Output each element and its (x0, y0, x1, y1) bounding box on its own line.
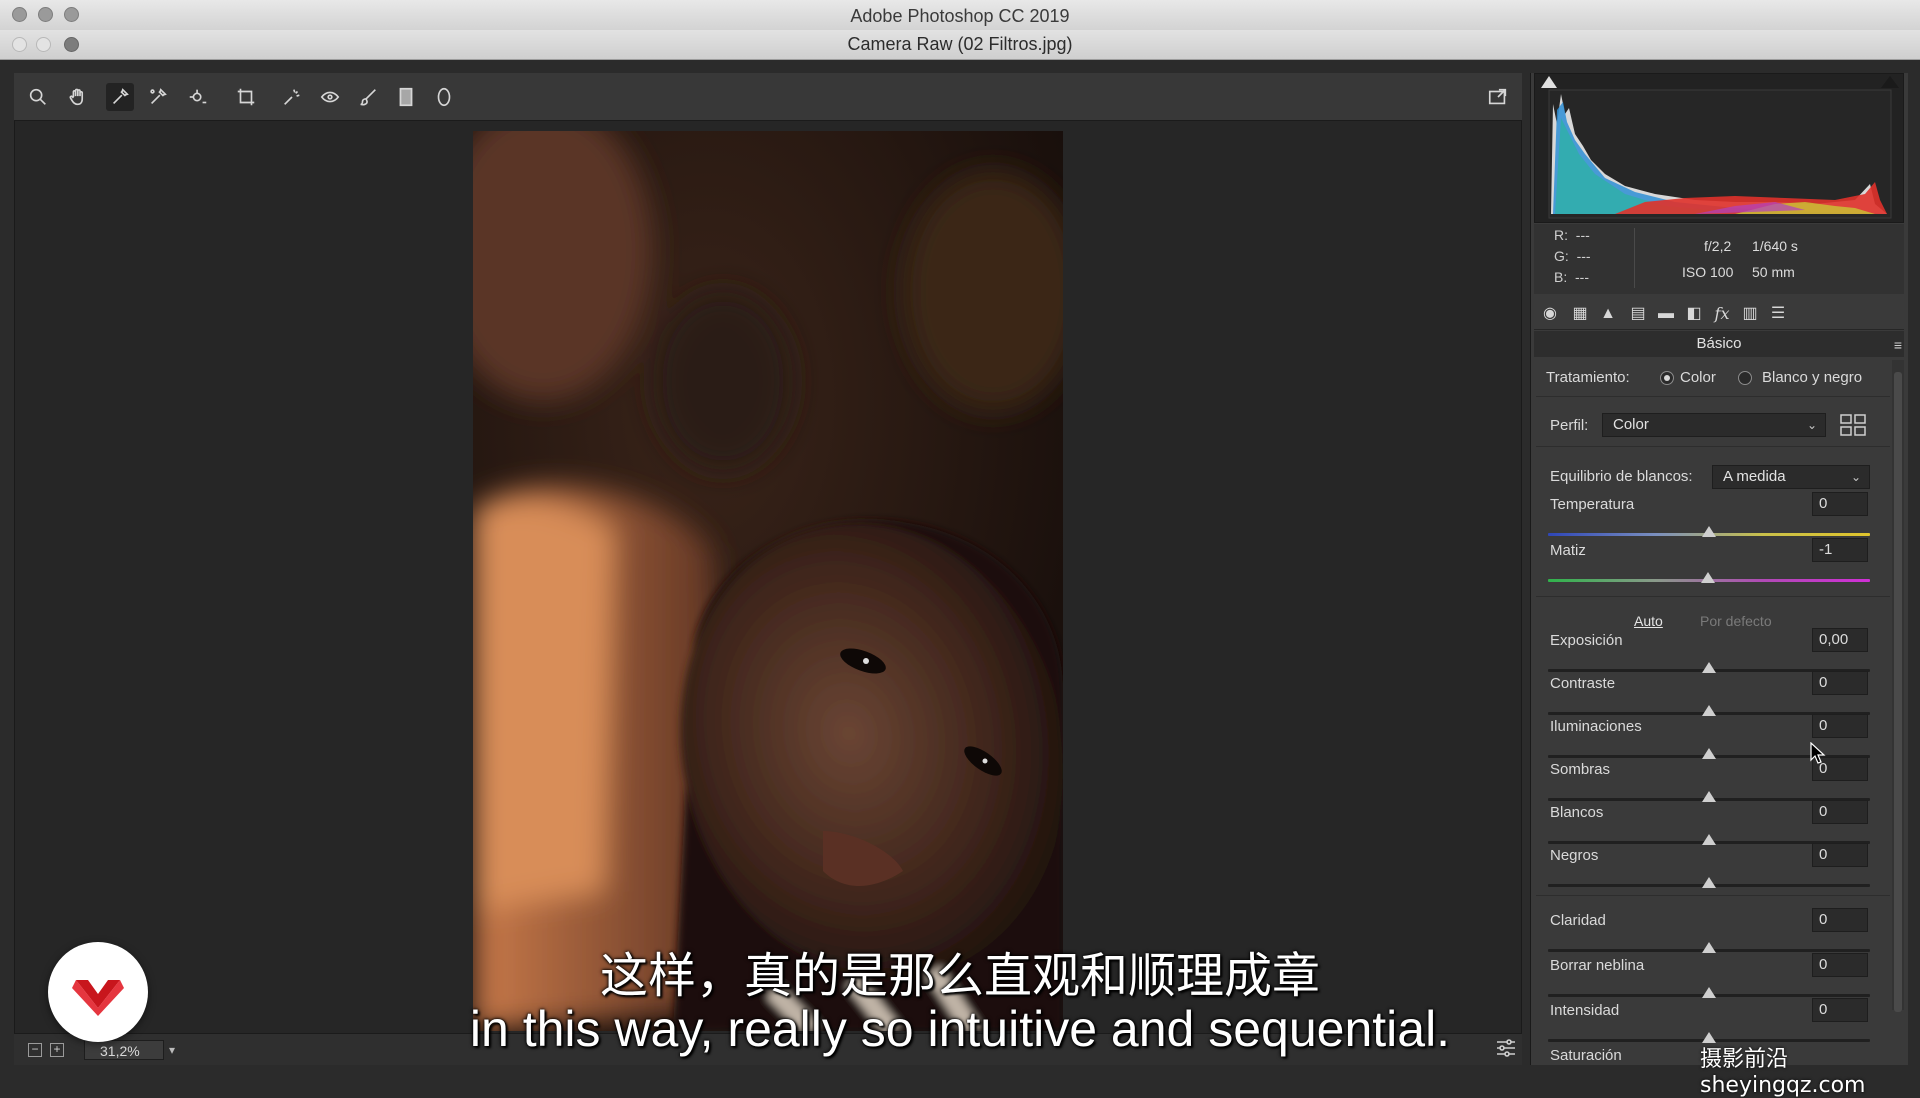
info-readout: R: --- G: --- B: --- f/2,2 1/640 s ISO 1… (1534, 224, 1904, 294)
shutter-value: 1/640 s (1752, 238, 1798, 254)
r-value: --- (1575, 227, 1590, 243)
slider-label: Iluminaciones (1550, 718, 1642, 735)
tab-effects-icon[interactable]: fx (1712, 304, 1732, 324)
profile-label: Perfil: (1550, 417, 1589, 434)
panel-tabs: ◉ ▦ ▲ ▤ ▬ ◧ fx ▥ ☰ (1534, 296, 1904, 330)
subtitle-chinese: 这样，真的是那么直观和顺理成章 (599, 948, 1320, 1004)
b-label: B: (1554, 269, 1568, 285)
spot-removal-icon[interactable] (278, 83, 306, 111)
app-titlebar: Adobe Photoshop CC 2019 (0, 0, 1920, 31)
auto-button[interactable]: Auto (1634, 613, 1663, 629)
panel-title: Básico (1696, 335, 1742, 352)
focal-length-value: 50 mm (1752, 264, 1795, 280)
slider-value-input[interactable]: 0 (1812, 843, 1868, 867)
histogram-graph (1548, 89, 1892, 219)
r-readout: R: --- (1554, 227, 1590, 243)
panel-header: Básico ≡ (1534, 331, 1904, 357)
panel-scrollbar-thumb[interactable] (1894, 372, 1902, 1012)
mouse-cursor-icon (1810, 741, 1826, 771)
watermark: 摄影前沿 sheyingqz.com (1700, 1047, 1866, 1098)
g-value: --- (1576, 248, 1591, 264)
tool-bar (14, 73, 1522, 121)
slider-value-input[interactable]: 0 (1812, 714, 1868, 738)
slider-label: Negros (1550, 847, 1599, 864)
profile-select[interactable]: Color ⌄ (1602, 413, 1826, 437)
tab-basic-icon[interactable]: ◉ (1540, 304, 1560, 324)
slider-label: Sombras (1550, 761, 1611, 778)
slider-value-input[interactable]: -1 (1812, 538, 1868, 562)
g-label: G: (1554, 248, 1569, 264)
r-label: R: (1554, 227, 1568, 243)
slider-thumb[interactable] (1702, 662, 1716, 673)
tab-presets-icon[interactable]: ☰ (1768, 304, 1788, 324)
slider-value-input[interactable]: 0,00 (1812, 628, 1868, 652)
zoom-icon[interactable] (24, 83, 52, 111)
tab-detail-icon[interactable]: ▲ (1598, 304, 1618, 324)
subtitle-english: in this way, really so intuitive and seq… (469, 1001, 1451, 1057)
treatment-label: Tratamiento: (1546, 369, 1630, 386)
chevron-down-icon: ⌄ (1850, 470, 1861, 484)
treatment-bw-label[interactable]: Blanco y negro (1762, 369, 1862, 386)
targeted-adjustment-icon[interactable] (184, 83, 212, 111)
slider-label: Contraste (1550, 675, 1616, 692)
divider (1536, 596, 1890, 597)
white-balance-icon[interactable] (106, 83, 134, 111)
treatment-bw-radio[interactable] (1738, 371, 1752, 385)
divider (1536, 446, 1890, 447)
divider (1536, 396, 1890, 397)
slider-value-input[interactable]: 0 (1812, 492, 1868, 516)
slider-thumb[interactable] (1702, 834, 1716, 845)
open-preferences-icon[interactable] (1484, 83, 1512, 111)
white-balance-value: A medida (1723, 468, 1786, 485)
iso-value: ISO 100 (1682, 264, 1734, 280)
slider-value-input[interactable]: 0 (1812, 800, 1868, 824)
tab-lens-corrections-icon[interactable]: ◧ (1684, 304, 1704, 324)
document-titlebar: Camera Raw (02 Filtros.jpg) (0, 30, 1920, 60)
slider-thumb[interactable] (1702, 791, 1716, 802)
slider-label: Matiz (1550, 542, 1586, 559)
tab-tone-curve-icon[interactable]: ▦ (1570, 304, 1590, 324)
slider-thumb[interactable] (1701, 572, 1715, 583)
graduated-filter-icon[interactable] (392, 83, 420, 111)
slider-value-input[interactable]: 0 (1812, 908, 1868, 932)
portrait-image (473, 131, 1063, 1031)
b-readout: B: --- (1554, 269, 1589, 285)
white-balance-label: Equilibrio de blancos: (1550, 468, 1693, 485)
histogram (1534, 73, 1904, 223)
slider-thumb[interactable] (1702, 748, 1716, 759)
tab-hsl-icon[interactable]: ▤ (1628, 304, 1648, 324)
slider-thumb[interactable] (1702, 705, 1716, 716)
profile-browser-icon[interactable] (1840, 414, 1866, 436)
slider-label: Temperatura (1550, 496, 1635, 513)
hand-icon[interactable] (64, 83, 92, 111)
treatment-color-radio[interactable] (1660, 371, 1674, 385)
color-sampler-icon[interactable] (144, 83, 172, 111)
slider-label: Claridad (1550, 912, 1606, 929)
default-button[interactable]: Por defecto (1700, 613, 1772, 629)
chevron-down-icon: ⌄ (1806, 418, 1817, 432)
slider-value-input[interactable]: 0 (1812, 671, 1868, 695)
photo-preview[interactable] (473, 131, 1063, 1031)
white-balance-select[interactable]: A medida ⌄ (1712, 465, 1870, 489)
crop-icon[interactable] (232, 83, 260, 111)
slider-label: Blancos (1550, 804, 1604, 821)
treatment-color-label[interactable]: Color (1680, 369, 1716, 386)
red-eye-icon[interactable] (316, 83, 344, 111)
aperture-value: f/2,2 (1704, 238, 1732, 254)
panel-menu-icon[interactable]: ≡ (1894, 337, 1902, 353)
tab-split-toning-icon[interactable]: ▬ (1656, 304, 1676, 324)
info-divider (1634, 228, 1635, 288)
adjustment-brush-icon[interactable] (354, 83, 382, 111)
app-title: Adobe Photoshop CC 2019 (850, 6, 1070, 26)
tab-calibration-icon[interactable]: ▥ (1740, 304, 1760, 324)
slider-label: Exposición (1550, 632, 1623, 649)
document-title: Camera Raw (02 Filtros.jpg) (847, 34, 1073, 54)
b-value: --- (1575, 269, 1590, 285)
slider-thumb[interactable] (1702, 877, 1716, 888)
profile-value: Color (1613, 416, 1649, 433)
divider (1536, 895, 1890, 896)
radial-filter-icon[interactable] (430, 83, 458, 111)
g-readout: G: --- (1554, 248, 1591, 264)
slider-thumb[interactable] (1702, 526, 1716, 537)
